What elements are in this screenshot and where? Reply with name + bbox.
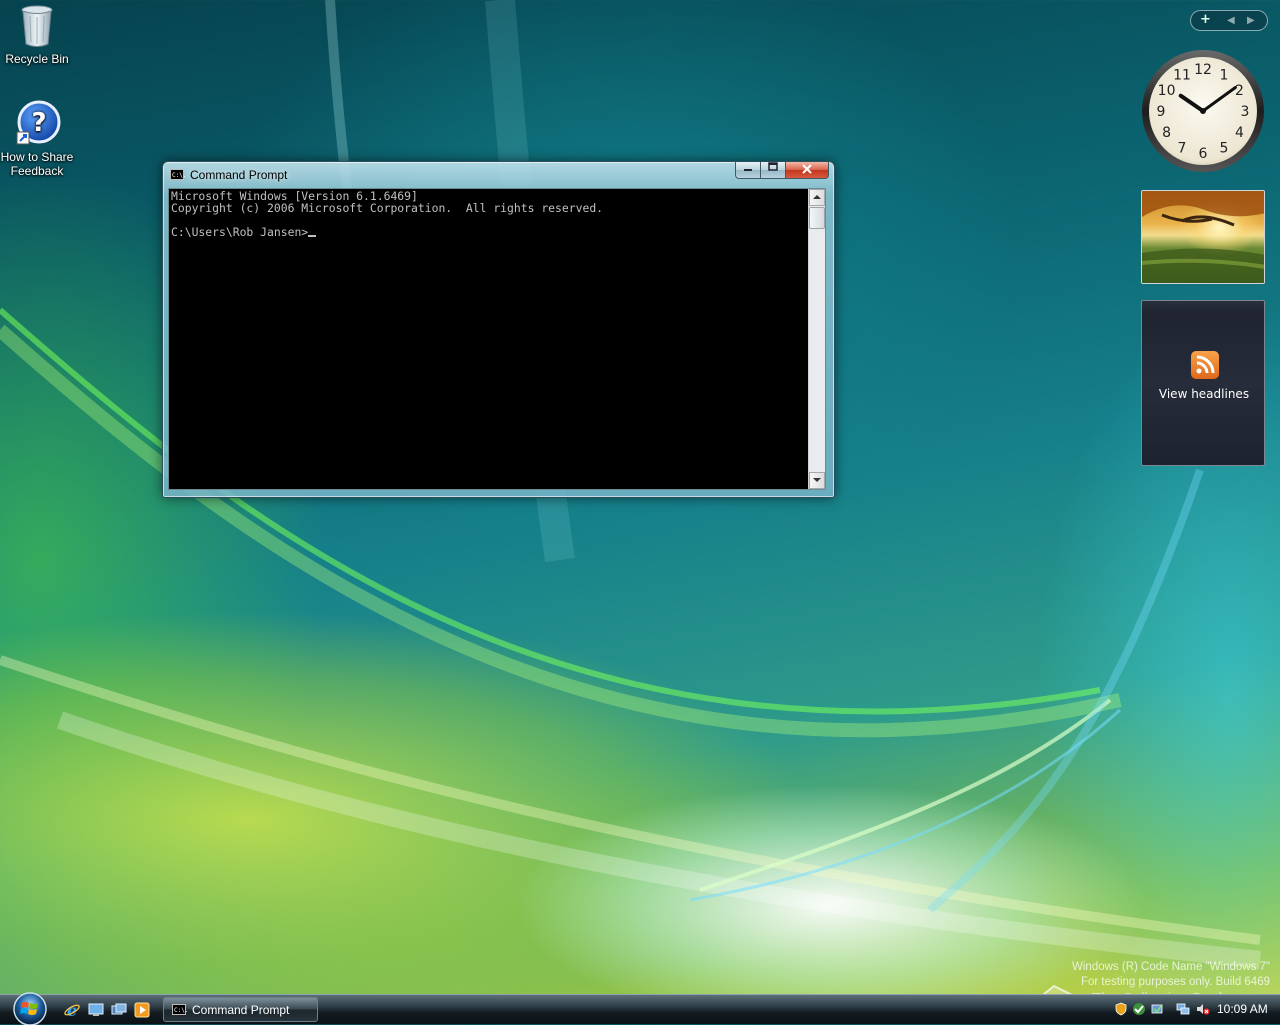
watermark-line-2: For testing purposes only. Build 6469 — [1080, 976, 1270, 988]
next-page-icon[interactable]: ▶ — [1247, 15, 1255, 26]
text-cursor — [308, 235, 317, 237]
console-output: Microsoft Windows [Version 6.1.6469] Cop… — [169, 189, 825, 238]
clock-numeral: 11 — [1173, 68, 1191, 84]
console-area[interactable]: Microsoft Windows [Version 6.1.6469] Cop… — [168, 188, 826, 490]
arrow-up-icon — [813, 195, 821, 199]
clock-numeral: 9 — [1157, 104, 1166, 120]
svg-text:e: e — [67, 1002, 77, 1018]
console-icon: C:\. — [172, 1004, 188, 1015]
scrollbar-thumb[interactable] — [809, 207, 825, 229]
sidebar-controls: + ◀ ▶ — [1190, 10, 1268, 31]
clock-numeral: 1 — [1220, 68, 1229, 84]
console-line: Copyright (c) 2006 Microsoft Corporation… — [171, 201, 604, 215]
taskbar-clock[interactable]: 10:09 AM — [1217, 1002, 1268, 1016]
security-center-icon[interactable] — [1150, 1002, 1164, 1016]
maximize-button[interactable] — [761, 162, 786, 179]
media-player-icon[interactable] — [134, 1002, 150, 1018]
volume-muted-icon[interactable] — [1196, 1002, 1210, 1016]
clock-numeral: 3 — [1241, 104, 1250, 120]
watermark-line-1: Windows (R) Code Name "Windows 7" — [1072, 961, 1270, 973]
clock-numeral: 12 — [1194, 62, 1212, 78]
scroll-down-button[interactable] — [809, 472, 825, 489]
maximize-icon — [768, 162, 778, 171]
help-question-icon: ? — [16, 100, 61, 145]
minimize-icon — [744, 169, 752, 171]
scroll-up-button[interactable] — [809, 189, 825, 206]
console-prompt: C:\Users\Rob Jansen> — [171, 225, 309, 239]
clock-numeral: 7 — [1178, 140, 1187, 156]
start-orb-button[interactable] — [10, 991, 50, 1025]
caption-buttons — [735, 162, 829, 180]
network-icon[interactable] — [1176, 1002, 1190, 1016]
taskbar: e C:\. Command Prompt 10:09 AM — [0, 991, 1280, 1025]
feed-headlines-gadget[interactable]: View headlines — [1141, 300, 1265, 466]
clock-numeral: 2 — [1235, 83, 1244, 99]
desktop-icon-feedback[interactable]: ? How to Share Feedback — [0, 100, 76, 178]
clock-numeral: 4 — [1235, 125, 1244, 141]
svg-text:?: ? — [31, 108, 46, 138]
add-gadget-icon[interactable]: + — [1200, 12, 1211, 27]
view-headlines-link[interactable]: View headlines — [1142, 387, 1266, 401]
window-title: Command Prompt — [190, 168, 288, 182]
desktop-icon-recycle-bin[interactable]: Recycle Bin — [0, 2, 76, 66]
vertical-scrollbar[interactable] — [808, 189, 825, 489]
clock-numeral: 8 — [1162, 125, 1171, 141]
clock-numeral: 10 — [1158, 83, 1176, 99]
clock-gadget[interactable]: 12 12 3 45678 9 1011 — [1140, 48, 1266, 174]
security-shield-icon[interactable] — [1114, 1002, 1128, 1016]
taskbar-button-label: Command Prompt — [192, 1003, 290, 1017]
clock-numeral: 6 — [1199, 146, 1208, 162]
recycle-bin-label: Recycle Bin — [5, 52, 69, 66]
taskbar-button-command-prompt[interactable]: C:\. Command Prompt — [163, 997, 318, 1022]
arrow-down-icon — [813, 478, 821, 482]
close-button[interactable] — [786, 162, 829, 179]
slideshow-gadget[interactable] — [1141, 190, 1265, 284]
minimize-button[interactable] — [735, 162, 761, 179]
switch-windows-icon[interactable] — [111, 1002, 127, 1018]
feedback-label: How to Share Feedback — [0, 150, 74, 178]
recycle-bin-icon — [21, 5, 53, 47]
build-watermark: Windows (R) Code Name "Windows 7" For te… — [1072, 960, 1270, 990]
check-status-icon[interactable] — [1132, 1002, 1146, 1016]
command-prompt-window[interactable]: C:\. Command Prompt Microsoft Windows [V… — [162, 161, 835, 498]
clock-numeral: 5 — [1220, 140, 1229, 156]
rss-feed-icon — [1191, 351, 1219, 379]
console-icon: C:\. — [170, 169, 186, 180]
show-desktop-icon[interactable] — [88, 1002, 104, 1018]
window-titlebar[interactable]: C:\. Command Prompt — [163, 162, 834, 188]
wallpaper-swoosh — [0, 0, 1261, 969]
internet-explorer-icon[interactable]: e — [64, 1002, 80, 1018]
system-tray: 10:09 AM — [1108, 997, 1280, 1023]
previous-page-icon[interactable]: ◀ — [1227, 15, 1235, 26]
close-icon — [802, 164, 812, 174]
autumn-tree-photo — [1142, 191, 1264, 283]
